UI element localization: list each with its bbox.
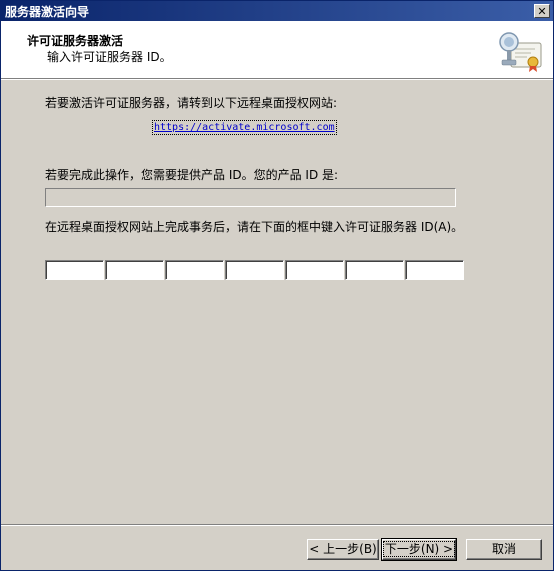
close-icon[interactable]: ✕: [534, 4, 550, 18]
page-subtitle: 输入许可证服务器 ID。: [47, 50, 172, 64]
back-button[interactable]: < 上一步(B): [307, 539, 379, 560]
title-bar[interactable]: 服务器激活向导 ✕: [1, 1, 553, 21]
cancel-button-label: 取消: [491, 542, 516, 556]
visit-instruction: 若要激活许可证服务器，请转到以下远程桌面授权网站:: [45, 96, 338, 110]
wizard-content: 若要激活许可证服务器，请转到以下远程桌面授权网站: https://activa…: [1, 80, 553, 520]
product-id-field: [45, 188, 456, 207]
license-id-field-7[interactable]: [405, 260, 464, 280]
enter-id-instruction: 在远程桌面授权网站上完成事务后，请在下面的框中键入许可证服务器 ID(A)。: [45, 220, 464, 234]
back-button-label: < 上一步(B): [309, 542, 377, 556]
license-id-field-5[interactable]: [285, 260, 344, 280]
window-title: 服务器激活向导: [5, 4, 90, 19]
footer-divider-highlight: [1, 525, 553, 526]
license-id-field-1[interactable]: [45, 260, 104, 280]
license-id-field-4[interactable]: [225, 260, 284, 280]
license-id-field-2[interactable]: [105, 260, 164, 280]
license-id-field-6[interactable]: [345, 260, 404, 280]
wizard-header: 许可证服务器激活 输入许可证服务器 ID。: [1, 21, 553, 79]
activation-url-link[interactable]: https://activate.microsoft.com: [152, 120, 337, 135]
next-button-label: 下一步(N) >: [382, 541, 456, 557]
server-activation-wizard-window: 服务器激活向导 ✕ 许可证服务器激活 输入许可证服务器 ID。 若要激活许可证服…: [0, 0, 554, 571]
page-title: 许可证服务器激活: [27, 34, 124, 48]
next-button[interactable]: 下一步(N) >: [381, 538, 457, 561]
certificate-server-icon: [499, 32, 542, 72]
license-id-field-3[interactable]: [165, 260, 224, 280]
cancel-button[interactable]: 取消: [466, 539, 542, 560]
product-id-instruction: 若要完成此操作，您需要提供产品 ID。您的产品 ID 是:: [45, 168, 339, 182]
